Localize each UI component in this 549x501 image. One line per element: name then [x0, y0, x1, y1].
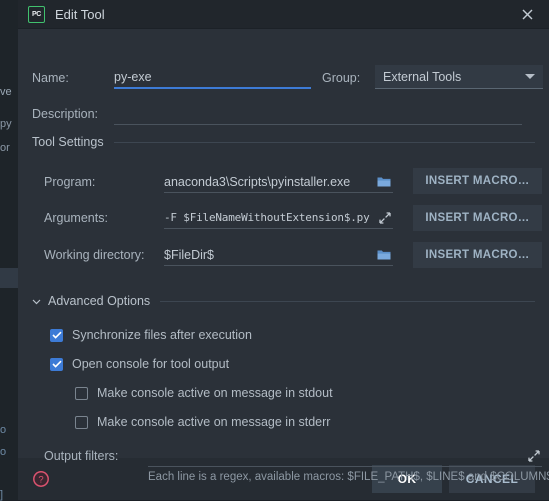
name-label: Name:: [32, 71, 69, 85]
arguments-label: Arguments:: [44, 211, 108, 225]
checkbox-label: Synchronize files after execution: [72, 328, 252, 342]
dialog-titlebar: PC Edit Tool: [18, 0, 549, 29]
name-input[interactable]: py-exe: [114, 67, 311, 89]
arguments-row: Arguments:: [44, 207, 108, 229]
name-input-value: py-exe: [114, 70, 152, 84]
advanced-options-section-header[interactable]: Advanced Options: [32, 293, 535, 309]
background-text-fragment: o: [0, 446, 7, 458]
description-input[interactable]: [114, 103, 522, 125]
background-selection: [0, 268, 18, 288]
arguments-input[interactable]: -F $FileNameWithoutExtension$.py: [164, 207, 393, 229]
checkbox-label: Make console active on message in stdout: [97, 386, 333, 400]
check-icon: [51, 360, 62, 368]
advanced-options-title: Advanced Options: [48, 294, 151, 308]
working-directory-input[interactable]: $FileDir$: [164, 244, 393, 266]
chevron-down-icon: [525, 74, 535, 79]
program-insert-macro-button[interactable]: INSERT MACRO…: [413, 168, 542, 194]
working-directory-label: Working directory:: [44, 248, 145, 262]
close-icon[interactable]: [505, 0, 549, 28]
background-text-fragment: ]: [0, 489, 4, 501]
program-label: Program:: [44, 175, 96, 189]
program-input[interactable]: anaconda3\Scripts\pyinstaller.exe: [164, 171, 393, 193]
dialog-content: Name: py-exe Group: External Tools Descr…: [18, 29, 549, 483]
group-row: Group:: [322, 67, 360, 89]
checkbox-box: [75, 415, 88, 429]
checkbox-box: [50, 328, 63, 342]
description-label: Description:: [32, 107, 98, 121]
output-filters-label: Output filters:: [44, 449, 119, 463]
section-divider: [160, 300, 535, 302]
tool-settings-title: Tool Settings: [32, 135, 104, 149]
checkbox-open-console[interactable]: Open console for tool output: [50, 355, 229, 373]
output-filters-row: Output filters:: [44, 445, 118, 467]
checkbox-console-active-stderr[interactable]: Make console active on message in stderr: [75, 413, 330, 431]
working-directory-insert-macro-button[interactable]: INSERT MACRO…: [413, 242, 542, 268]
group-select[interactable]: External Tools: [375, 65, 543, 89]
arguments-input-value: -F $FileNameWithoutExtension$.py: [164, 211, 370, 224]
description-row: Description:: [32, 103, 98, 125]
checkbox-label: Make console active on message in stderr: [97, 415, 331, 429]
screen: ve py or o o ] PC Edit Tool Name: py-exe…: [0, 0, 549, 501]
svg-text:?: ?: [38, 475, 43, 486]
background-text-fragment: or: [0, 142, 10, 154]
pycharm-logo-text: PC: [31, 10, 42, 18]
pycharm-logo-icon: PC: [28, 5, 45, 23]
checkbox-box: [50, 357, 63, 371]
tool-settings-section-header: Tool Settings: [32, 134, 535, 150]
background-text-fragment: ve: [0, 86, 12, 98]
name-row: Name:: [32, 67, 69, 89]
working-directory-input-value: $FileDir$: [164, 247, 215, 262]
checkbox-label: Open console for tool output: [72, 357, 230, 371]
chevron-down-icon: [32, 299, 41, 304]
section-divider: [113, 141, 535, 143]
folder-icon[interactable]: [377, 249, 391, 261]
edit-tool-dialog: PC Edit Tool Name: py-exe Group: Externa…: [18, 0, 549, 500]
folder-icon[interactable]: [377, 176, 391, 188]
checkbox-console-active-stdout[interactable]: Make console active on message in stdout: [75, 384, 333, 402]
output-filters-hint: Each line is a regex, available macros: …: [148, 471, 549, 483]
checkbox-synchronize-files[interactable]: Synchronize files after execution: [50, 326, 252, 344]
program-input-value: anaconda3\Scripts\pyinstaller.exe: [164, 174, 351, 189]
working-directory-row: Working directory:: [44, 244, 145, 266]
group-label: Group:: [322, 71, 361, 85]
help-icon[interactable]: ?: [32, 470, 50, 488]
checkbox-box: [75, 386, 88, 400]
group-select-value: External Tools: [383, 69, 462, 84]
background-text-fragment: py: [0, 118, 12, 130]
expand-editor-icon[interactable]: [528, 449, 540, 462]
program-row: Program:: [44, 171, 95, 193]
expand-editor-icon[interactable]: [379, 211, 391, 224]
background-text-fragment: o: [0, 424, 7, 436]
output-filters-input[interactable]: [148, 445, 542, 467]
close-glyph: [522, 9, 532, 19]
dialog-title: Edit Tool: [55, 6, 105, 22]
check-icon: [51, 331, 62, 339]
background-editor-strip: ve py or o o ]: [0, 0, 18, 501]
arguments-insert-macro-button[interactable]: INSERT MACRO…: [413, 205, 542, 231]
